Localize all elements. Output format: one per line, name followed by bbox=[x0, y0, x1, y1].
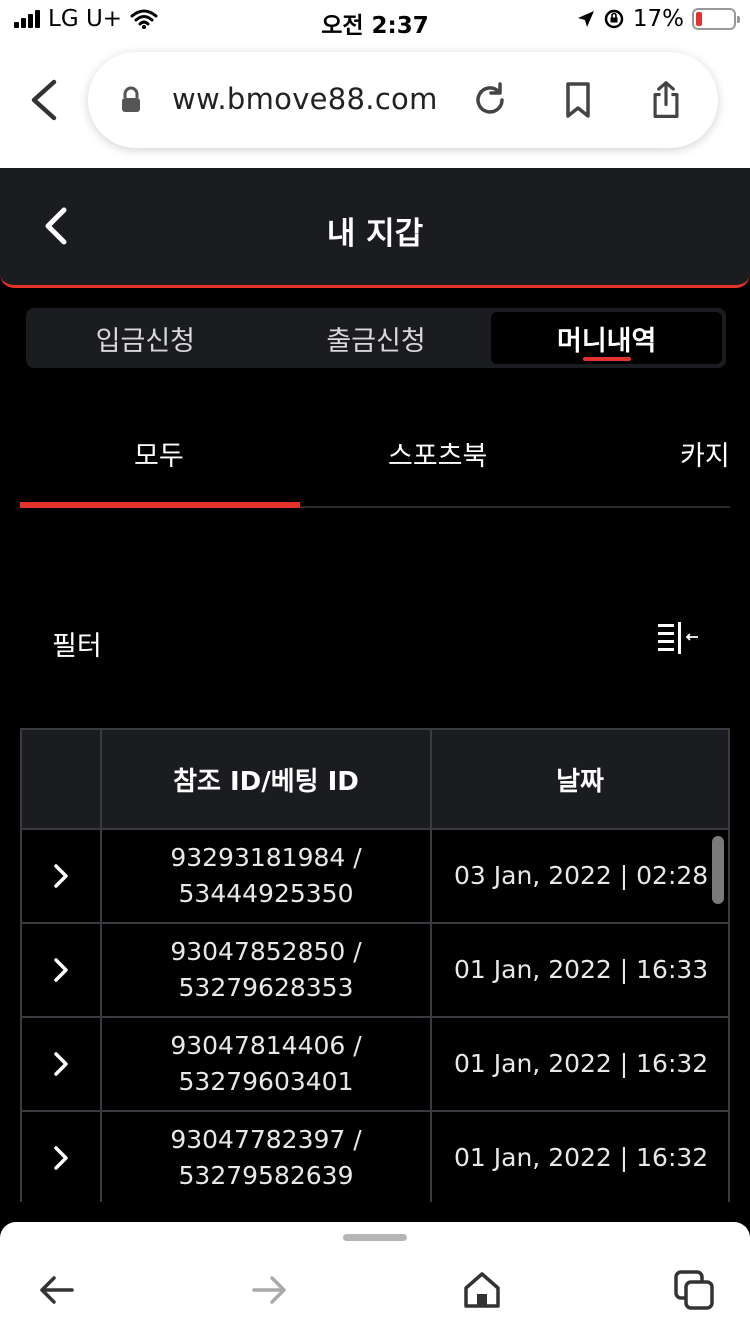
tab-sportsbook[interactable]: 스포츠북 bbox=[388, 434, 487, 473]
tab-deposit[interactable]: 입금신청 bbox=[30, 312, 261, 364]
app-header: 내 지갑 bbox=[0, 168, 750, 288]
expand-cell[interactable] bbox=[22, 1018, 102, 1110]
table-row[interactable]: 93047814406 / 53279603401 01 Jan, 2022 | … bbox=[22, 1018, 728, 1112]
filter-toggle-icon[interactable] bbox=[658, 620, 700, 656]
battery-fill bbox=[696, 12, 703, 26]
nav-forward-icon[interactable] bbox=[250, 1270, 290, 1310]
bookmark-icon[interactable] bbox=[558, 80, 598, 120]
date-cell: 03 Jan, 2022 | 02:28 bbox=[454, 861, 709, 890]
tabs-icon[interactable] bbox=[674, 1270, 714, 1310]
ref-id-cell: 93047852850 / 53279628353 bbox=[102, 924, 432, 1016]
lock-icon bbox=[122, 86, 140, 112]
ref-id: 93047782397 / bbox=[170, 1125, 362, 1154]
tab-underline bbox=[20, 502, 300, 508]
header-expand bbox=[22, 730, 102, 828]
browser-back-icon[interactable] bbox=[24, 76, 64, 124]
tab-withdraw[interactable]: 출금신청 bbox=[261, 312, 492, 364]
toolbar-handle[interactable] bbox=[343, 1234, 407, 1241]
table-row[interactable]: 93047782397 / 53279582639 01 Jan, 2022 | … bbox=[22, 1112, 728, 1202]
filter-label: 필터 bbox=[52, 631, 102, 662]
nav-back-icon[interactable] bbox=[36, 1270, 76, 1310]
header-ref-id: 참조 ID/베팅 ID bbox=[102, 730, 432, 828]
address-bar[interactable]: ww.bmove88.com bbox=[88, 52, 718, 148]
status-right: 17% bbox=[577, 6, 740, 32]
chevron-right-icon[interactable] bbox=[50, 956, 72, 984]
date-cell: 01 Jan, 2022 | 16:32 bbox=[454, 1143, 709, 1172]
tab-all[interactable]: 모두 bbox=[134, 434, 184, 473]
header-date: 날짜 bbox=[556, 766, 604, 797]
bet-id: 53444925350 bbox=[178, 879, 354, 908]
rotation-lock-icon bbox=[604, 9, 624, 29]
chevron-right-icon[interactable] bbox=[50, 1050, 72, 1078]
expand-cell[interactable] bbox=[22, 924, 102, 1016]
wallet-tabs: 입금신청 출금신청 머니내역 bbox=[26, 308, 726, 368]
date-cell: 01 Jan, 2022 | 16:32 bbox=[454, 1049, 709, 1078]
location-arrow-icon bbox=[577, 11, 594, 27]
browser-toolbar bbox=[0, 1222, 750, 1334]
tab-money-history[interactable]: 머니내역 bbox=[491, 312, 723, 364]
tab-casino[interactable]: 카지 bbox=[680, 434, 730, 473]
ref-id-cell: 93047782397 / 53279582639 bbox=[102, 1112, 432, 1202]
status-bar: LG U+ 오전 2:37 17% bbox=[0, 0, 750, 44]
money-history-table: 참조 ID/베팅 ID 날짜 93293181984 / 53444925350 … bbox=[20, 728, 730, 1202]
page-title: 내 지갑 bbox=[326, 216, 424, 252]
table-row[interactable]: 93293181984 / 53444925350 03 Jan, 2022 | … bbox=[22, 830, 728, 924]
expand-cell[interactable] bbox=[22, 1112, 102, 1202]
bet-id: 53279603401 bbox=[178, 1067, 354, 1096]
ref-id: 93047814406 / bbox=[170, 1031, 362, 1060]
date-cell: 01 Jan, 2022 | 16:33 bbox=[454, 955, 709, 984]
table-header: 참조 ID/베팅 ID 날짜 bbox=[22, 730, 728, 830]
battery-percent: 17% bbox=[632, 6, 684, 32]
share-icon[interactable] bbox=[646, 80, 686, 120]
reload-icon[interactable] bbox=[470, 80, 510, 120]
category-tabs: 모두 스포츠북 카지 bbox=[20, 400, 730, 508]
ref-id-cell: 93293181984 / 53444925350 bbox=[102, 830, 432, 922]
ref-id-cell: 93047814406 / 53279603401 bbox=[102, 1018, 432, 1110]
chevron-right-icon[interactable] bbox=[50, 862, 72, 890]
browser-bar: ww.bmove88.com bbox=[0, 44, 750, 168]
bet-id: 53279628353 bbox=[178, 973, 354, 1002]
expand-cell[interactable] bbox=[22, 830, 102, 922]
chevron-right-icon[interactable] bbox=[50, 1144, 72, 1172]
home-icon[interactable] bbox=[462, 1270, 502, 1310]
table-scrollbar[interactable] bbox=[712, 836, 724, 904]
battery-icon bbox=[692, 8, 740, 30]
ref-id: 93047852850 / bbox=[170, 937, 362, 966]
ref-id: 93293181984 / bbox=[170, 843, 362, 872]
url-text: ww.bmove88.com bbox=[172, 82, 438, 116]
bet-id: 53279582639 bbox=[178, 1161, 354, 1190]
table-row[interactable]: 93047852850 / 53279628353 01 Jan, 2022 | … bbox=[22, 924, 728, 1018]
